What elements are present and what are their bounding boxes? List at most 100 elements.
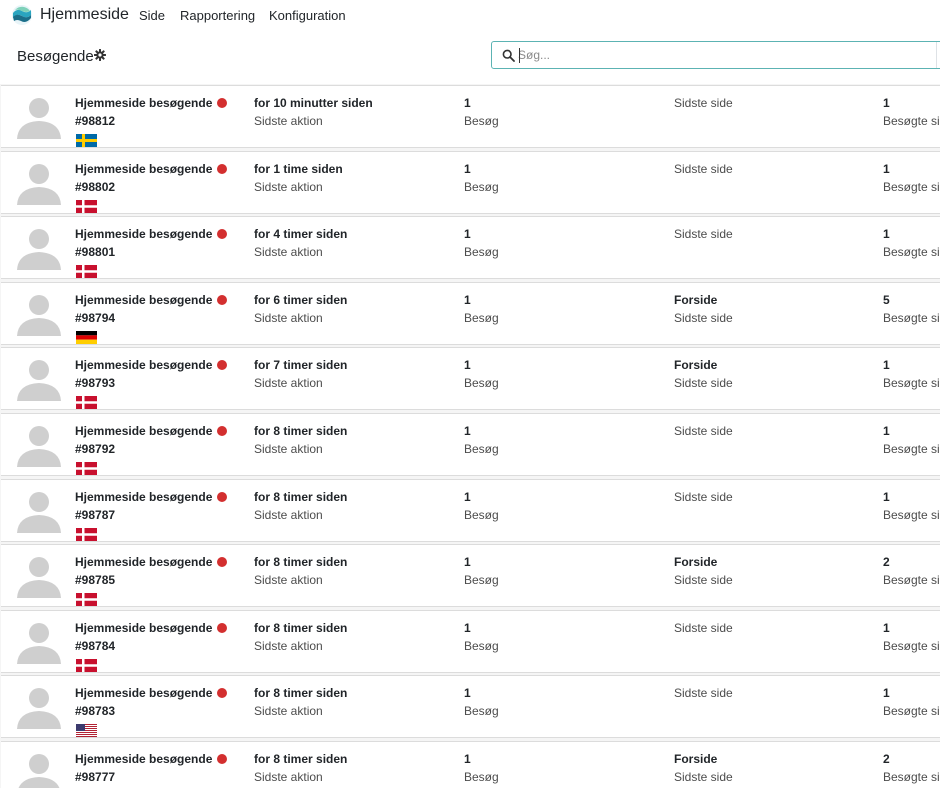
last-action-label: Sidste aktion xyxy=(254,638,323,653)
user-avatar-placeholder-icon xyxy=(17,163,61,205)
visits-label: Besøg xyxy=(464,376,499,391)
last-action-label: Sidste aktion xyxy=(254,245,323,260)
visitor-row[interactable]: Hjemmeside besøgende #98802 for 1 time sid… xyxy=(1,150,940,214)
user-avatar-placeholder-icon xyxy=(17,229,61,271)
flag-usa-icon xyxy=(76,724,97,738)
visited-pages-label: Besøgte si xyxy=(883,507,940,522)
last-page-label: Sidste side xyxy=(674,310,733,325)
visits-label: Besøg xyxy=(464,310,499,325)
last-action-time: for 4 timer siden xyxy=(254,227,348,242)
visited-pages-count: 1 xyxy=(883,620,890,635)
visitor-name: Hjemmeside besøgende xyxy=(75,555,213,570)
visitor-row[interactable]: Hjemmeside besøgende #98792 for 8 timer si… xyxy=(1,413,940,476)
visitor-row[interactable]: Hjemmeside besøgende #98787 for 8 timer si… xyxy=(1,478,940,542)
last-page-value: Forside xyxy=(674,555,718,570)
visitor-name: Hjemmeside besøgende xyxy=(75,227,213,242)
last-action-label: Sidste aktion xyxy=(254,114,323,128)
last-action-label: Sidste aktion xyxy=(254,179,323,194)
visitor-row[interactable]: Hjemmeside besøgende #98812 for 10 minutte… xyxy=(1,85,940,148)
visitor-row[interactable]: Hjemmeside besøgende #98793 for 7 timer si… xyxy=(1,347,940,411)
search-icon xyxy=(502,49,515,62)
last-action-label: Sidste aktion xyxy=(254,573,323,588)
last-action-time: for 6 timer siden xyxy=(254,292,348,307)
visitor-id: #98784 xyxy=(75,638,116,653)
visitor-row[interactable]: Hjemmeside besøgende #98785 for 8 timer si… xyxy=(1,544,940,608)
status-dot-icon xyxy=(217,294,227,305)
visitor-row[interactable]: Hjemmeside besøgende #98777 for 8 timer si… xyxy=(1,741,940,788)
website-logo-icon[interactable] xyxy=(11,4,33,26)
last-action-label: Sidste aktion xyxy=(254,704,323,719)
status-dot-icon xyxy=(217,754,227,764)
flag-denmark-icon xyxy=(76,396,97,410)
last-page-label: Sidste side xyxy=(674,424,733,438)
last-page-label: Sidste side xyxy=(674,489,733,504)
visitor-name: Hjemmeside besøgende xyxy=(75,489,213,504)
status-dot-icon xyxy=(217,622,227,633)
last-page-label: Sidste side xyxy=(674,376,733,391)
flag-denmark-icon xyxy=(76,658,97,672)
last-action-time: for 1 time siden xyxy=(254,161,343,176)
visitor-row[interactable]: Hjemmeside besøgende #98784 for 8 timer si… xyxy=(1,609,940,673)
visited-pages-label: Besøgte si xyxy=(883,310,940,325)
visited-pages-count: 1 xyxy=(883,227,890,242)
menu-item-konfiguration[interactable]: Konfiguration xyxy=(269,8,346,23)
last-page-value: Forside xyxy=(674,358,718,373)
visited-pages-label: Besøgte si xyxy=(883,442,940,456)
flag-germany-icon xyxy=(76,330,97,344)
last-action-label: Sidste aktion xyxy=(254,507,323,522)
last-action-time: for 7 timer siden xyxy=(254,358,348,373)
gear-icon[interactable] xyxy=(94,49,106,61)
visitor-name: Hjemmeside besøgende xyxy=(75,424,213,438)
visits-label: Besøg xyxy=(464,114,499,128)
visit-count: 1 xyxy=(464,489,471,504)
visitor-list: Hjemmeside besøgende #98812 for 10 minutte… xyxy=(0,84,940,788)
visitor-name: Hjemmeside besøgende xyxy=(75,686,213,701)
search-box[interactable] xyxy=(491,41,940,69)
menu-item-rapportering[interactable]: Rapportering xyxy=(180,8,255,23)
visited-pages-label: Besøgte si xyxy=(883,376,940,391)
visits-label: Besøg xyxy=(464,245,499,260)
visitor-row[interactable]: Hjemmeside besøgende #98794 for 6 timer si… xyxy=(1,281,940,345)
flag-denmark-icon xyxy=(76,527,97,541)
visitor-id: #98801 xyxy=(75,245,116,260)
last-action-label: Sidste aktion xyxy=(254,442,323,456)
visits-label: Besøg xyxy=(464,638,499,653)
user-avatar-placeholder-icon xyxy=(18,754,60,788)
status-dot-icon xyxy=(217,229,227,240)
visit-count: 1 xyxy=(464,292,471,307)
visitor-name: Hjemmeside besøgende xyxy=(75,292,213,307)
user-avatar-placeholder-icon xyxy=(17,360,61,402)
visited-pages-count: 1 xyxy=(883,358,890,373)
status-dot-icon xyxy=(217,360,227,371)
visited-pages-count: 2 xyxy=(883,555,890,570)
visit-count: 1 xyxy=(464,555,471,570)
user-avatar-placeholder-icon xyxy=(17,688,61,730)
search-divider xyxy=(936,42,937,68)
visitor-id: #98793 xyxy=(75,376,116,391)
visitor-id: #98783 xyxy=(75,704,116,719)
visited-pages-label: Besøgte si xyxy=(883,245,940,260)
visit-count: 1 xyxy=(464,96,471,110)
app-brand[interactable]: Hjemmeside xyxy=(40,6,129,24)
visit-count: 1 xyxy=(464,620,471,635)
control-panel: Besøgende xyxy=(0,32,940,85)
last-action-label: Sidste aktion xyxy=(254,376,323,391)
last-action-time: for 8 timer siden xyxy=(254,424,348,438)
last-action-time: for 8 timer siden xyxy=(254,752,348,766)
flag-denmark-icon xyxy=(76,462,97,475)
visited-pages-count: 1 xyxy=(883,96,890,110)
user-avatar-placeholder-icon xyxy=(17,98,61,139)
visitor-row[interactable]: Hjemmeside besøgende #98783 for 8 timer si… xyxy=(1,675,940,739)
visited-pages-count: 1 xyxy=(883,686,890,701)
search-input[interactable] xyxy=(518,45,918,65)
visited-pages-count: 1 xyxy=(883,161,890,176)
visitor-id: #98812 xyxy=(75,114,116,128)
visit-count: 1 xyxy=(464,424,471,438)
visited-pages-label: Besøgte si xyxy=(883,573,940,588)
menu-item-side[interactable]: Side xyxy=(139,8,165,23)
visits-label: Besøg xyxy=(464,770,499,784)
last-action-time: for 8 timer siden xyxy=(254,686,348,701)
last-page-label: Sidste side xyxy=(674,770,733,784)
visitor-row[interactable]: Hjemmeside besøgende #98801 for 4 timer si… xyxy=(1,216,940,280)
status-dot-icon xyxy=(217,98,227,108)
